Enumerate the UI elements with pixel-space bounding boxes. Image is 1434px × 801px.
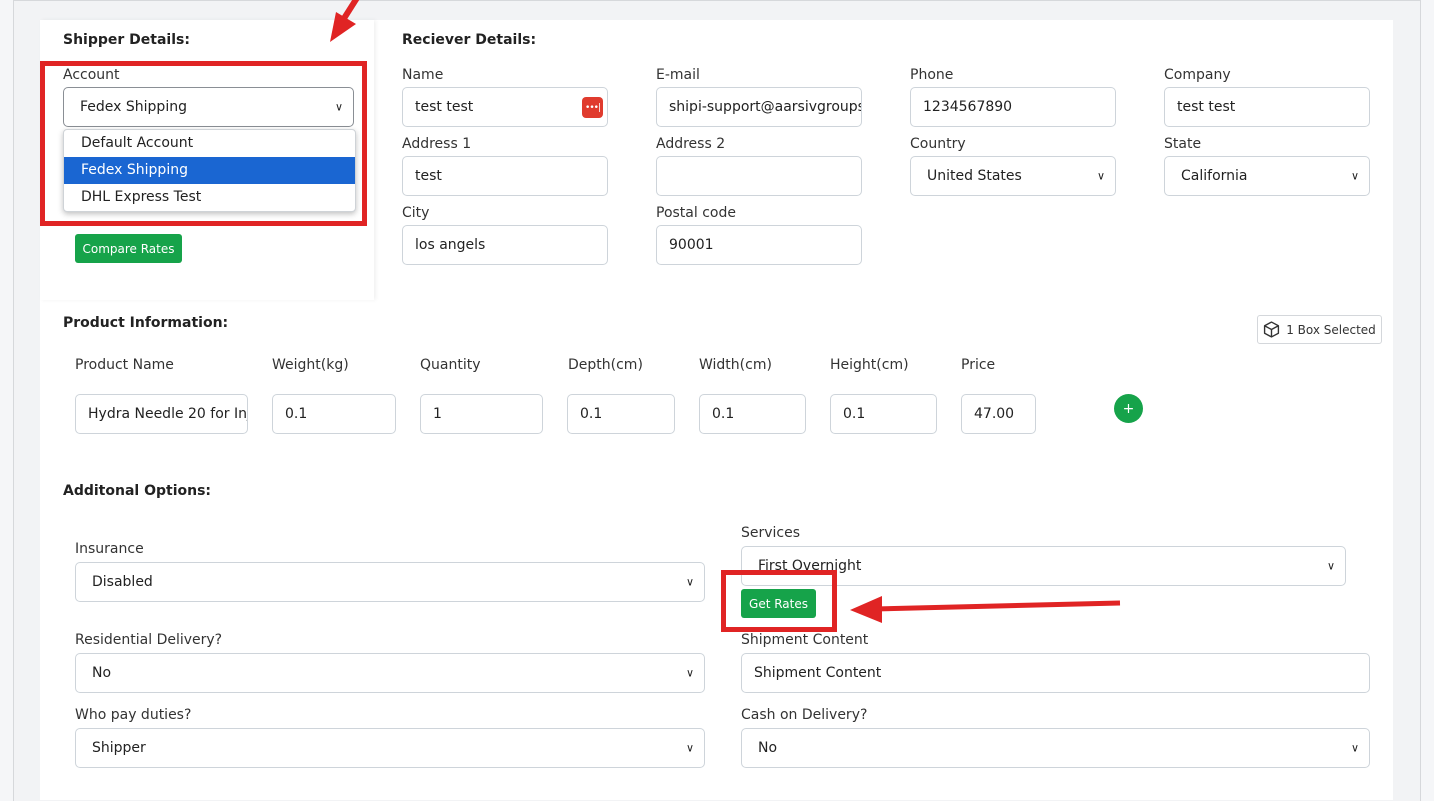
insurance-label: Insurance	[75, 541, 144, 557]
chevron-down-icon: ∨	[1350, 169, 1359, 183]
country-select-value: United States	[927, 168, 1022, 184]
price-input[interactable]: 47.00	[961, 394, 1036, 434]
chevron-down-icon: ∨	[1350, 741, 1359, 755]
insurance-select[interactable]: Disabled ∨	[75, 562, 705, 602]
box-icon	[1264, 321, 1280, 338]
cod-select[interactable]: No ∨	[741, 728, 1370, 768]
email-label: E-mail	[656, 67, 700, 83]
box-selected-text: 1 Box Selected	[1286, 322, 1376, 337]
height-input[interactable]: 0.1	[830, 394, 937, 434]
depth-input[interactable]: 0.1	[567, 394, 675, 434]
cod-label: Cash on Delivery?	[741, 707, 868, 723]
product-title: Product Information:	[63, 315, 229, 331]
email-input[interactable]: shipi-support@aarsivgroups	[656, 87, 862, 127]
chevron-down-icon: ∨	[1096, 169, 1105, 183]
chevron-down-icon: ∨	[1326, 559, 1335, 573]
name-input[interactable]: test test •••|	[402, 87, 608, 127]
phone-label: Phone	[910, 67, 954, 83]
address1-input[interactable]: test	[402, 156, 608, 196]
quantity-input[interactable]: 1	[420, 394, 543, 434]
col-price: Price	[961, 357, 996, 373]
col-width: Width(cm)	[699, 357, 772, 373]
compare-rates-button[interactable]: Compare Rates	[75, 234, 182, 263]
country-select[interactable]: United States ∨	[910, 156, 1116, 196]
annotation-box-account	[40, 61, 367, 226]
state-select[interactable]: California ∨	[1164, 156, 1370, 196]
city-input[interactable]: los angels	[402, 225, 608, 265]
chevron-down-icon: ∨	[685, 666, 694, 680]
residential-select-value: No	[92, 665, 112, 681]
col-weight: Weight(kg)	[272, 357, 349, 373]
chevron-down-icon: ∨	[685, 575, 694, 589]
postal-input[interactable]: 90001	[656, 225, 862, 265]
duties-select-value: Shipper	[92, 740, 146, 756]
postal-label: Postal code	[656, 205, 736, 221]
state-label: State	[1164, 136, 1202, 152]
content-label: Shipment Content	[741, 632, 869, 648]
content-input[interactable]: Shipment Content	[741, 653, 1370, 693]
country-label: Country	[910, 136, 966, 152]
col-height: Height(cm)	[830, 357, 909, 373]
add-product-button[interactable]: +	[1114, 394, 1143, 423]
address2-label: Address 2	[656, 136, 726, 152]
col-depth: Depth(cm)	[568, 357, 643, 373]
company-label: Company	[1164, 67, 1231, 83]
shipper-title: Shipper Details:	[63, 32, 190, 48]
col-product-name: Product Name	[75, 357, 174, 373]
receiver-title: Reciever Details:	[402, 32, 537, 48]
city-label: City	[402, 205, 430, 221]
annotation-box-get-rates	[721, 570, 837, 632]
password-manager-icon[interactable]: •••|	[582, 97, 603, 118]
box-selected-badge[interactable]: 1 Box Selected	[1257, 315, 1382, 344]
residential-select[interactable]: No ∨	[75, 653, 705, 693]
phone-input[interactable]: 1234567890	[910, 87, 1116, 127]
chevron-down-icon: ∨	[685, 741, 694, 755]
weight-input[interactable]: 0.1	[272, 394, 396, 434]
duties-label: Who pay duties?	[75, 707, 192, 723]
product-name-input[interactable]: Hydra Needle 20 for Injection	[75, 394, 248, 434]
width-input[interactable]: 0.1	[699, 394, 806, 434]
options-title: Additonal Options:	[63, 483, 212, 499]
state-select-value: California	[1181, 168, 1248, 184]
name-label: Name	[402, 67, 444, 83]
address2-input[interactable]	[656, 156, 862, 196]
residential-label: Residential Delivery?	[75, 632, 223, 648]
col-quantity: Quantity	[420, 357, 481, 373]
address1-label: Address 1	[402, 136, 472, 152]
insurance-select-value: Disabled	[92, 574, 153, 590]
name-input-value: test test	[415, 99, 474, 115]
cod-select-value: No	[758, 740, 778, 756]
company-input[interactable]: test test	[1164, 87, 1370, 127]
duties-select[interactable]: Shipper ∨	[75, 728, 705, 768]
services-label: Services	[741, 525, 801, 541]
